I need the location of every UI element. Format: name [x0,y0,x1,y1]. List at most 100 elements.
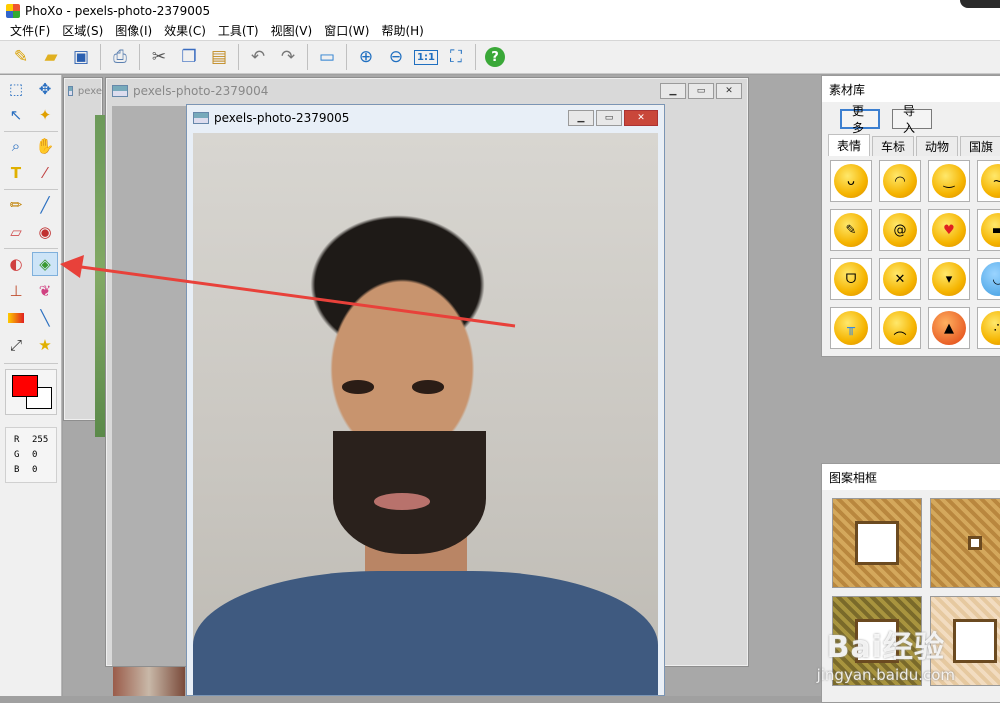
paste-icon: ▤ [210,47,228,67]
emoji-cell[interactable]: ᗜ [830,258,872,300]
cut-button[interactable]: ✂ [145,43,173,71]
lasso-tool[interactable]: ↖ [3,103,29,127]
smug-emoji-icon: ‿ [932,164,966,198]
redo-icon: ↷ [280,47,296,67]
emoji-cell[interactable]: ✕ [879,258,921,300]
frame-opening [953,619,997,663]
toolbar-divider [139,44,140,70]
menu-tools[interactable]: 工具(T) [212,22,265,39]
frown-emoji-icon: ︵ [883,311,917,345]
tool-divider [4,131,58,132]
g-label: G [14,449,20,460]
emoji-cell[interactable]: @ [879,209,921,251]
shape-tool[interactable]: ★ [32,333,58,357]
red-eye-tool[interactable]: ◉ [32,220,58,244]
scan-button[interactable]: ⎙ [106,43,134,71]
frame-thumbnail[interactable] [930,498,1000,588]
menu-image[interactable]: 图像(I) [109,22,158,39]
menu-view[interactable]: 视图(V) [265,22,319,39]
close-button[interactable]: ✕ [716,83,742,99]
zoom-tool[interactable]: ⌕ [3,134,29,158]
eyedropper-tool[interactable]: ⁄ [32,161,58,185]
magic-wand-tool[interactable]: ✦ [32,103,58,127]
fit-window-button[interactable]: ⛶ [442,43,470,71]
help-button[interactable]: ? [481,43,509,71]
paste-button[interactable]: ▤ [205,43,233,71]
copy-button[interactable]: ❐ [175,43,203,71]
grin-emoji-icon: ᗜ [834,262,868,296]
rect-select-tool[interactable]: ⬚ [3,77,29,101]
tab-emoji[interactable]: 表情 [828,134,871,156]
menu-help[interactable]: 帮助(H) [375,22,429,39]
emoji-cell[interactable]: ︵ [879,307,921,349]
photo-canvas[interactable] [193,133,658,695]
actual-size-button[interactable]: 1:1 [412,43,440,71]
open-button[interactable]: ▰ [37,43,65,71]
screen-capture-button[interactable]: ▭ [313,43,341,71]
emoji-cell[interactable]: ◡ [977,258,1000,300]
frame-thumbnail[interactable] [832,498,922,588]
fill-tool[interactable]: ◐ [3,252,29,276]
eraser-tool[interactable]: ▱ [3,220,29,244]
open-icon: ▰ [44,47,58,67]
emoji-cell[interactable]: ╥ [830,307,872,349]
maximize-button[interactable]: ▭ [688,83,714,99]
emoji-cell[interactable]: ◠ [879,160,921,202]
import-button[interactable]: 导入 [892,104,932,135]
line-tool[interactable]: ╲ [32,306,58,330]
emoji-cell[interactable]: ᴗ [830,160,872,202]
close-button[interactable]: ✕ [624,110,658,126]
emoji-cell[interactable]: ∴ [977,307,1000,349]
undo-button[interactable]: ↶ [244,43,272,71]
foreground-color-swatch[interactable] [12,375,38,397]
zoom-in-button[interactable]: ⊕ [352,43,380,71]
main-toolbar: ✎ ▰ ▣ ⎙ ✂ ❐ ▤ ↶ ↷ ▭ ⊕ ⊖ 1:1 ⛶ ? [0,40,1000,74]
heal-tool[interactable]: ❦ [32,279,58,303]
window-title-text-middle: pexels-photo-2379004 [133,84,269,98]
text-tool[interactable]: T [3,161,29,185]
emoji-cell[interactable]: ~ [977,160,1000,202]
emoji-cell[interactable]: ✎ [830,209,872,251]
eraser-icon: ▱ [10,223,22,241]
gradient-icon [8,313,24,323]
minimize-button[interactable]: ▁ [568,110,594,126]
clone-stamp-tool[interactable]: ⊥ [3,279,29,303]
move-tool[interactable]: ✥ [32,77,58,101]
emoji-cell[interactable]: ♥ [928,209,970,251]
save-button[interactable]: ▣ [67,43,95,71]
emoji-cell[interactable]: ▬ [977,209,1000,251]
tab-flags[interactable]: 国旗 [960,136,1000,156]
menu-file[interactable]: 文件(F) [4,22,56,39]
more-button[interactable]: 更多 [840,104,880,135]
zoom-out-button[interactable]: ⊖ [382,43,410,71]
new-button[interactable]: ✎ [7,43,35,71]
menu-bar: 文件(F) 区域(S) 图像(I) 效果(C) 工具(T) 视图(V) 窗口(W… [0,21,1000,40]
redo-button[interactable]: ↷ [274,43,302,71]
tab-animals[interactable]: 动物 [916,136,959,156]
emoji-cell[interactable]: ▲ [928,307,970,349]
tool-panel: ⬚ ✥ ↖ ✦ ⌕ ✋ T ⁄ ✏ ╱ ▱ ◉ ◐ ◈ ⊥ ❦ ╲ ⤢ ★ R 2… [0,75,62,696]
menu-effects[interactable]: 效果(C) [158,22,212,39]
brush-tool[interactable]: ╱ [32,193,58,217]
crying-emoji-icon: ╥ [834,311,868,345]
menu-region[interactable]: 区域(S) [56,22,109,39]
angry-emoji-icon: ◠ [883,164,917,198]
minimize-button[interactable]: ▁ [660,83,686,99]
color-replace-tool[interactable]: ◈ [32,252,58,276]
transform-tool[interactable]: ⤢ [3,333,29,357]
menu-window[interactable]: 窗口(W) [318,22,375,39]
r-label: R [14,434,20,445]
emoji-cell[interactable]: ‿ [928,160,970,202]
emoji-cell[interactable]: ▾ [928,258,970,300]
title-corner [960,0,1000,8]
image-window-front[interactable]: pexels-photo-2379005 ▁ ▭ ✕ [186,104,665,696]
maximize-button[interactable]: ▭ [596,110,622,126]
image-window-icon [193,112,209,124]
hand-tool[interactable]: ✋ [32,134,58,158]
image-window-icon [68,86,73,96]
gradient-tool[interactable] [3,306,29,330]
cool-emoji-icon: ▬ [981,213,1000,247]
tab-car-logos[interactable]: 车标 [872,136,915,156]
pencil-tool[interactable]: ✏ [3,193,29,217]
back-photo-peek [95,115,105,437]
